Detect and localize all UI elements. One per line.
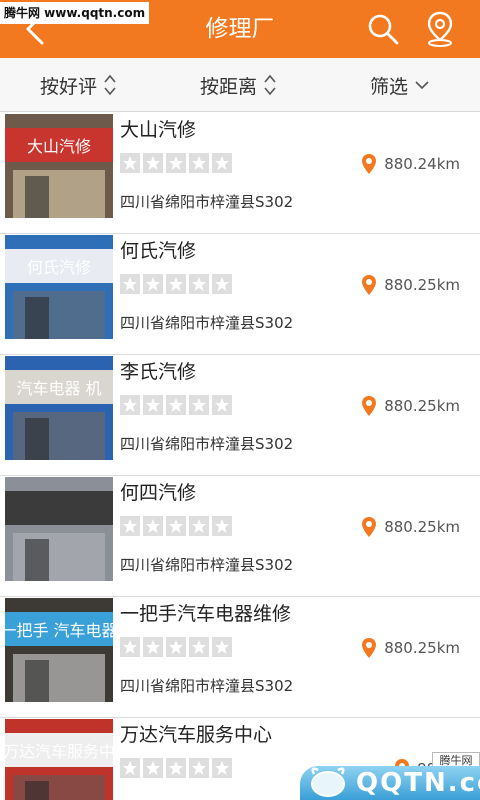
shop-name: 大山汽修 [120, 119, 197, 141]
shop-photo: 大山汽修 [5, 114, 113, 218]
star-icon [189, 637, 209, 657]
distance: 880.25km [360, 274, 460, 296]
star-icon [212, 395, 232, 415]
location-pin-icon [427, 11, 453, 47]
shop-address: 四川省绵阳市梓潼县S302 [120, 435, 294, 453]
star-icon [120, 516, 140, 536]
shop-list-item[interactable]: 大山汽修 大山汽修 880.24km 四川省绵阳市梓潼县S302 [0, 113, 480, 234]
shop-sign-text: 万达汽车服务中 [5, 742, 113, 761]
shop-photo: 一把手 汽车电器 [5, 598, 113, 702]
distance-value: 880.25km [384, 518, 460, 536]
star-icon [189, 274, 209, 294]
star-icon [143, 758, 163, 778]
star-icon [120, 758, 140, 778]
star-rating [120, 274, 235, 294]
shop-photo: 何氏汽修 [5, 235, 113, 339]
sort-label: 按距离 [200, 75, 258, 98]
star-rating [120, 758, 235, 778]
star-rating [120, 516, 235, 536]
star-icon [143, 516, 163, 536]
filter-label: 筛选 [370, 75, 409, 98]
star-rating [120, 637, 235, 657]
location-pin-icon [362, 517, 377, 537]
watermark-logo: 腾牛网 QQTN.com [300, 748, 480, 800]
shop-name: 何氏汽修 [120, 240, 197, 262]
sort-arrows-icon [263, 73, 277, 97]
search-button[interactable] [366, 12, 400, 46]
location-pin-icon [362, 638, 377, 658]
watermark-text: 腾牛网 www.qqtn.com [0, 2, 150, 24]
star-icon [120, 395, 140, 415]
star-icon [166, 395, 186, 415]
star-icon [166, 758, 186, 778]
shop-list: 大山汽修 大山汽修 880.24km 四川省绵阳市梓潼县S302 何氏汽修 何氏 [0, 113, 480, 800]
distance: 880.24km [360, 153, 460, 175]
star-icon [166, 637, 186, 657]
shop-photo [5, 477, 113, 581]
distance: 880.25km [360, 516, 460, 538]
bull-logo-icon [311, 767, 345, 797]
star-icon [166, 153, 186, 173]
location-pin-icon [362, 396, 377, 416]
star-icon [120, 274, 140, 294]
sort-arrows-icon [103, 73, 117, 97]
star-icon [212, 516, 232, 536]
star-icon [120, 153, 140, 173]
location-button[interactable] [422, 10, 458, 48]
star-icon [212, 153, 232, 173]
distance-value: 880.25km [384, 397, 460, 415]
sort-label: 按好评 [40, 75, 98, 98]
shop-sign-text: 何氏汽修 [27, 258, 91, 277]
shop-list-item[interactable]: 汽车电器 机 李氏汽修 880.25km 四川省绵阳市梓潼县S302 [0, 355, 480, 476]
star-icon [143, 395, 163, 415]
app-screen: 修理厂 腾牛网 www.qqtn.com 按好评 按距离 筛选 大山汽修 大山汽… [0, 0, 480, 800]
distance-value: 880.24km [384, 155, 460, 173]
filter-button[interactable]: 筛选 [370, 58, 430, 112]
shop-name: 何四汽修 [120, 482, 197, 504]
sort-filter-bar: 按好评 按距离 筛选 [0, 58, 480, 112]
distance-value: 880.25km [384, 276, 460, 294]
star-icon [212, 758, 232, 778]
star-icon [120, 637, 140, 657]
star-icon [166, 274, 186, 294]
star-icon [189, 153, 209, 173]
star-icon [212, 637, 232, 657]
sort-by-rating[interactable]: 按好评 [40, 58, 117, 112]
distance: 880.25km [360, 395, 460, 417]
shop-sign-text: 一把手 汽车电器 [5, 621, 113, 640]
shop-photo: 万达汽车服务中 [5, 719, 113, 800]
shop-sign-text: 大山汽修 [27, 137, 91, 156]
star-icon [189, 516, 209, 536]
star-icon [143, 153, 163, 173]
sort-by-distance[interactable]: 按距离 [200, 58, 277, 112]
distance: 880.25km [360, 637, 460, 659]
star-icon [143, 274, 163, 294]
chevron-down-icon [414, 79, 430, 91]
shop-list-item[interactable]: 一把手 汽车电器 一把手汽车电器维修 880.25km 四川省绵阳市梓潼县S30… [0, 597, 480, 718]
star-icon [143, 637, 163, 657]
star-icon [212, 274, 232, 294]
top-bar: 修理厂 腾牛网 www.qqtn.com [0, 0, 480, 58]
star-rating [120, 395, 235, 415]
shop-list-item[interactable]: 何氏汽修 何氏汽修 880.25km 四川省绵阳市梓潼县S302 [0, 234, 480, 355]
shop-address: 四川省绵阳市梓潼县S302 [120, 193, 294, 211]
shop-name: 一把手汽车电器维修 [120, 603, 292, 625]
shop-sign-text: 汽车电器 机 [16, 379, 101, 398]
shop-list-item[interactable]: 何四汽修 880.25km 四川省绵阳市梓潼县S302 [0, 476, 480, 597]
search-icon [368, 14, 399, 45]
location-pin-icon [362, 154, 377, 174]
shop-name: 万达汽车服务中心 [120, 724, 273, 746]
star-rating [120, 153, 235, 173]
shop-address: 四川省绵阳市梓潼县S302 [120, 677, 294, 695]
shop-address: 四川省绵阳市梓潼县S302 [120, 314, 294, 332]
star-icon [189, 758, 209, 778]
shop-name: 李氏汽修 [120, 361, 197, 383]
star-icon [166, 516, 186, 536]
location-pin-icon [362, 275, 377, 295]
shop-photo: 汽车电器 机 [5, 356, 113, 460]
shop-address: 四川省绵阳市梓潼县S302 [120, 556, 294, 574]
star-icon [189, 395, 209, 415]
distance-value: 880.25km [384, 639, 460, 657]
